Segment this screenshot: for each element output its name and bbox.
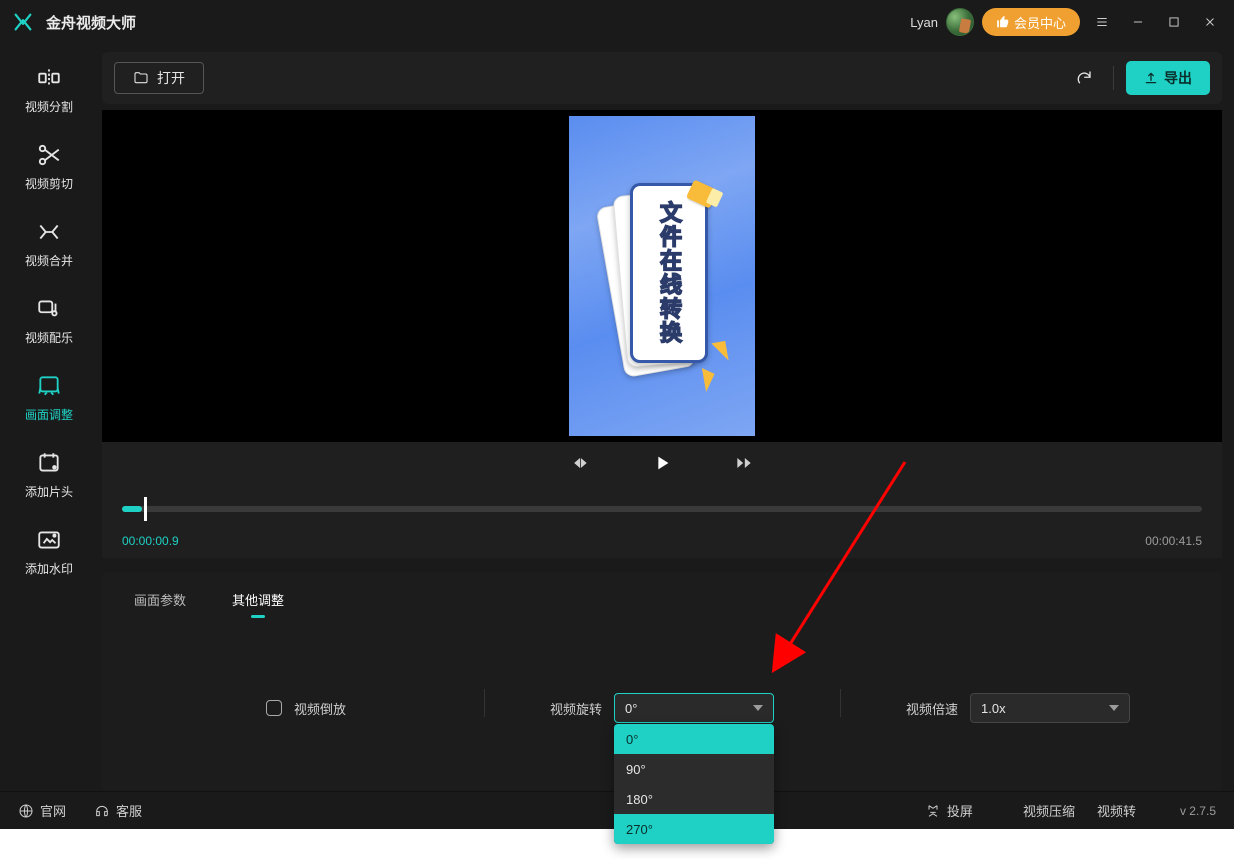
menu-button[interactable] <box>1088 8 1116 36</box>
sidebar-item-label: 视频分割 <box>25 98 73 115</box>
speed-label: 视频倍速 <box>906 699 958 718</box>
cast-icon <box>925 803 941 819</box>
reverse-label: 视频倒放 <box>294 699 346 718</box>
rotate-value: 0° <box>625 701 637 716</box>
rotate-select[interactable]: 0° <box>614 693 774 723</box>
caret-down-icon <box>753 705 763 711</box>
time-total: 00:00:41.5 <box>1145 534 1202 548</box>
timeline[interactable]: 00:00:00.9 00:00:41.5 <box>102 484 1222 558</box>
sidebar-item-trim[interactable]: 视频剪切 <box>25 141 73 192</box>
cast-link[interactable]: 投屏 <box>925 801 973 820</box>
tab-picture-params[interactable]: 画面参数 <box>134 590 186 617</box>
params-tabs: 画面参数 其他调整 <box>128 590 1196 617</box>
site-label: 官网 <box>40 801 66 820</box>
username-label[interactable]: Lyan <box>910 15 938 30</box>
sidebar-item-intro[interactable]: 添加片头 <box>25 449 73 500</box>
toolbar: 打开 导出 <box>102 52 1222 104</box>
sidebar: 视频分割 视频剪切 视频合并 视频配乐 画面调整 添加片头 <box>0 44 98 791</box>
maximize-button[interactable] <box>1160 8 1188 36</box>
video-preview[interactable]: 文件在线转换 <box>102 110 1222 442</box>
support-label: 客服 <box>116 801 142 820</box>
main-area: 打开 导出 <box>98 44 1234 791</box>
sidebar-item-label: 添加片头 <box>25 483 73 500</box>
export-button[interactable]: 导出 <box>1126 61 1210 95</box>
thumb-text: 文件在线转换 <box>653 201 685 345</box>
merge-icon <box>35 218 63 246</box>
rotate-group: 视频旋转 0° 0° 90° 180° 270° <box>484 693 840 723</box>
minimize-button[interactable] <box>1124 8 1152 36</box>
sidebar-item-label: 视频剪切 <box>25 175 73 192</box>
rotate-option-270[interactable]: 270° <box>614 814 774 844</box>
adjust-icon <box>35 372 63 400</box>
app-title: 金舟视频大师 <box>46 12 136 33</box>
sidebar-item-split[interactable]: 视频分割 <box>25 64 73 115</box>
sidebar-item-merge[interactable]: 视频合并 <box>25 218 73 269</box>
official-site-link[interactable]: 官网 <box>18 801 66 820</box>
open-label: 打开 <box>157 68 185 88</box>
speed-group: 视频倍速 1.0x <box>840 693 1196 723</box>
folder-icon <box>133 70 149 86</box>
vip-label: 会员中心 <box>1014 13 1066 32</box>
app-logo <box>10 9 36 35</box>
intro-icon <box>35 449 63 477</box>
support-link[interactable]: 客服 <box>94 801 142 820</box>
user-avatar[interactable] <box>946 8 974 36</box>
globe-icon <box>18 803 34 819</box>
rotate-label: 视频旋转 <box>550 699 602 718</box>
close-button[interactable] <box>1196 8 1224 36</box>
video-thumbnail: 文件在线转换 <box>569 116 755 436</box>
scissors-icon <box>35 141 63 169</box>
version-label: v 2.7.5 <box>1180 804 1216 818</box>
sidebar-item-label: 视频合并 <box>25 252 73 269</box>
sidebar-item-label: 添加水印 <box>25 560 73 577</box>
transport-bar <box>102 442 1222 484</box>
playhead[interactable] <box>144 497 147 521</box>
prev-button[interactable] <box>567 450 593 476</box>
headset-icon <box>94 803 110 819</box>
sidebar-item-watermark[interactable]: 添加水印 <box>25 526 73 577</box>
cast-label: 投屏 <box>947 801 973 820</box>
watermark-icon <box>35 526 63 554</box>
titlebar: 金舟视频大师 Lyan 会员中心 <box>0 0 1234 44</box>
sidebar-item-label: 视频配乐 <box>25 329 73 346</box>
refresh-button[interactable] <box>1067 62 1101 94</box>
rotate-option-0[interactable]: 0° <box>614 724 774 754</box>
app-window: 金舟视频大师 Lyan 会员中心 视频分割 视频剪切 <box>0 0 1234 829</box>
rotate-option-90[interactable]: 90° <box>614 754 774 784</box>
compress-link[interactable]: 视频压缩 <box>1023 801 1075 820</box>
refresh-icon <box>1075 69 1093 87</box>
rotate-option-180[interactable]: 180° <box>614 784 774 814</box>
play-button[interactable] <box>649 450 675 476</box>
reverse-group: 视频倒放 <box>128 699 484 718</box>
sidebar-item-music[interactable]: 视频配乐 <box>25 295 73 346</box>
thumbs-up-icon <box>996 15 1010 29</box>
vip-button[interactable]: 会员中心 <box>982 8 1080 36</box>
speed-value: 1.0x <box>981 701 1006 716</box>
timeline-track[interactable] <box>122 506 1202 512</box>
sidebar-item-adjust[interactable]: 画面调整 <box>25 372 73 423</box>
tab-other-adjust[interactable]: 其他调整 <box>232 590 284 617</box>
speed-select[interactable]: 1.0x <box>970 693 1130 723</box>
export-label: 导出 <box>1164 68 1192 88</box>
divider <box>1113 66 1114 90</box>
timeline-progress <box>122 506 142 512</box>
params-panel: 画面参数 其他调整 视频倒放 视频旋转 0° <box>102 572 1222 791</box>
open-button[interactable]: 打开 <box>114 62 204 94</box>
controls-row: 视频倒放 视频旋转 0° 0° 90° 180° <box>128 693 1196 723</box>
music-icon <box>35 295 63 323</box>
reverse-checkbox[interactable] <box>266 700 282 716</box>
caret-down-icon <box>1109 705 1119 711</box>
sidebar-item-label: 画面调整 <box>25 406 73 423</box>
time-current: 00:00:00.9 <box>122 534 179 548</box>
rotate-dropdown: 0° 90° 180° 270° <box>614 724 774 844</box>
upload-icon <box>1144 71 1158 85</box>
split-icon <box>35 64 63 92</box>
convert-link[interactable]: 视频转 <box>1097 801 1136 820</box>
next-button[interactable] <box>731 450 757 476</box>
